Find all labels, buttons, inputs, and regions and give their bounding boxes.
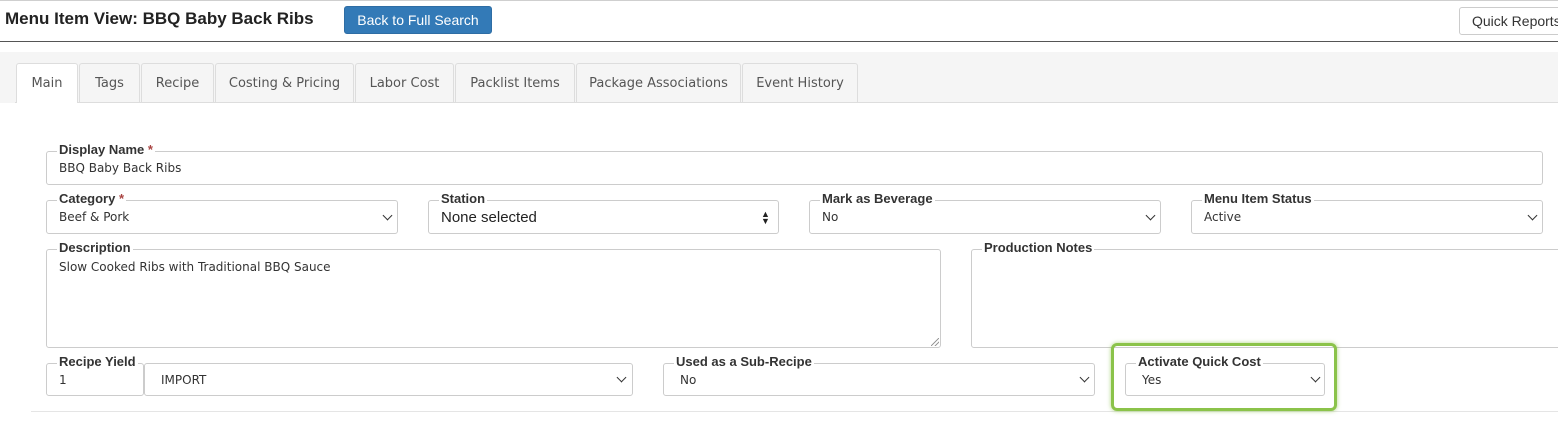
description-value: Slow Cooked Ribs with Traditional BBQ Sa… [59,260,331,274]
display-name-value: BBQ Baby Back Ribs [59,161,182,175]
category-label: Category * [57,191,127,206]
tab-bar-bottom-border [15,102,1558,103]
chevron-down-icon [616,372,627,383]
tab-label: Tags [95,75,124,91]
tab-tags[interactable]: Tags [79,63,140,102]
resize-handle-icon[interactable] [931,338,939,346]
tab-main[interactable]: Main [16,63,78,103]
production-notes-textarea[interactable] [971,249,1558,348]
tab-label: Labor Cost [369,75,440,91]
mark-as-beverage-label: Mark as Beverage [820,191,935,206]
top-border [0,0,1558,1]
tab-label: Main [31,76,63,91]
activate-quick-cost-label: Activate Quick Cost [1136,354,1263,369]
used-as-sub-recipe-label: Used as a Sub-Recipe [674,354,814,369]
form-bottom-divider [31,411,1558,412]
production-notes-label: Production Notes [982,240,1095,255]
page-title: Menu Item View: BBQ Baby Back Ribs [5,9,314,28]
recipe-yield-value: 1 [59,372,67,387]
display-name-label: Display Name * [57,142,155,157]
menu-item-status-label: Menu Item Status [1202,191,1314,206]
required-marker: * [118,191,125,206]
tab-label: Packlist Items [470,75,560,91]
tab-costing-pricing[interactable]: Costing & Pricing [215,63,354,102]
station-value: None selected [441,208,537,226]
sort-arrows-icon: ▲ ▼ [761,209,770,226]
chevron-down-icon [1527,210,1538,221]
tab-labor-cost[interactable]: Labor Cost [355,63,454,102]
quick-reports-button[interactable]: Quick Reports [1459,7,1558,35]
recipe-yield-unit-select[interactable]: IMPORT [144,363,633,396]
tab-packlist-items[interactable]: Packlist Items [455,63,575,102]
category-value: Beef & Pork [59,210,130,224]
tab-label: Costing & Pricing [228,75,341,91]
recipe-yield-unit-value: IMPORT [161,372,207,387]
chevron-down-icon [1310,372,1321,383]
chevron-down-icon [1079,372,1090,383]
tab-event-history[interactable]: Event History [742,63,858,102]
tab-label: Event History [756,75,844,91]
used-as-sub-recipe-value: No [680,372,697,387]
menu-item-status-value: Active [1204,210,1242,224]
tab-label: Package Associations [589,75,728,91]
display-name-input[interactable]: BBQ Baby Back Ribs [46,151,1543,185]
station-label: Station [439,191,488,206]
tab-package-associations[interactable]: Package Associations [576,63,741,102]
activate-quick-cost-value: Yes [1142,372,1162,387]
header-divider [0,41,1558,42]
chevron-down-icon [382,210,393,221]
chevron-down-icon [1145,210,1156,221]
description-textarea[interactable]: Slow Cooked Ribs with Traditional BBQ Sa… [46,249,941,348]
description-label: Description [57,240,133,255]
tab-recipe[interactable]: Recipe [141,63,214,102]
mark-as-beverage-value: No [822,210,839,224]
back-to-full-search-button[interactable]: Back to Full Search [344,6,492,34]
required-marker: * [147,142,153,157]
tab-label: Recipe [155,75,200,91]
recipe-yield-label: Recipe Yield [57,354,138,369]
